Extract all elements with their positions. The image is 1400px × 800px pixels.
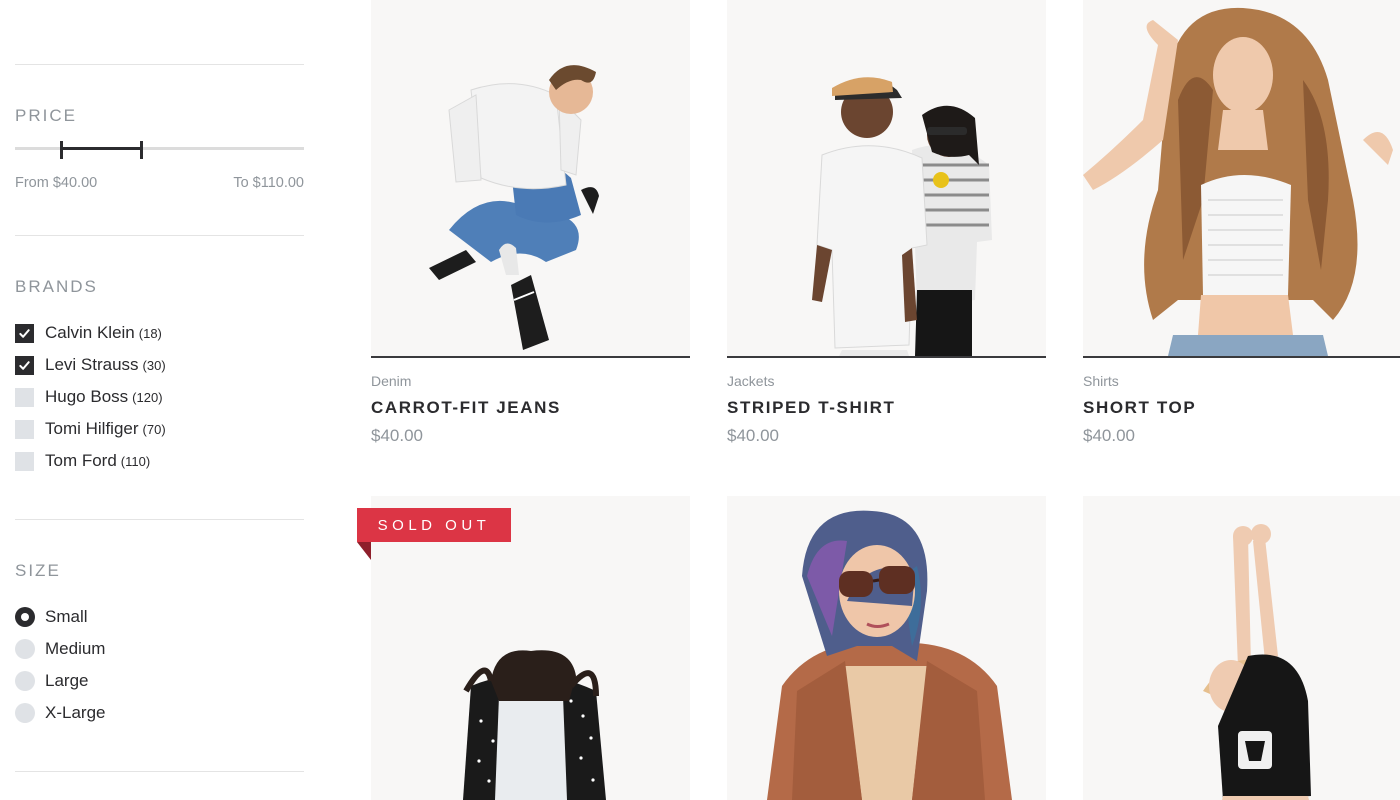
brand-count: (70) bbox=[142, 421, 166, 437]
card-underline bbox=[727, 356, 1046, 358]
card-underline bbox=[1083, 356, 1400, 358]
product-category: Shirts bbox=[1083, 373, 1119, 389]
checkbox[interactable] bbox=[15, 323, 34, 343]
checkbox[interactable] bbox=[15, 419, 34, 439]
brand-option-tom-ford[interactable]: Tom Ford (110) bbox=[15, 450, 150, 472]
product-image[interactable] bbox=[727, 0, 1046, 356]
brand-label: Tomi Hilfiger bbox=[45, 419, 139, 438]
radio-button[interactable] bbox=[15, 607, 35, 627]
brand-option-levi-strauss[interactable]: Levi Strauss (30) bbox=[15, 354, 166, 376]
product-card[interactable]: Jackets STRIPED T-SHIRT $40.00 bbox=[727, 0, 1046, 460]
product-image[interactable] bbox=[1083, 496, 1400, 800]
size-filter-title: SIZE bbox=[15, 561, 61, 580]
brand-option-tomi-hilfiger[interactable]: Tomi Hilfiger (70) bbox=[15, 418, 166, 440]
price-to-label: To $110.00 bbox=[233, 175, 304, 191]
brand-option-hugo-boss[interactable]: Hugo Boss (120) bbox=[15, 386, 163, 408]
divider bbox=[15, 519, 304, 520]
size-label: X-Large bbox=[45, 703, 106, 722]
price-slider-min-handle[interactable] bbox=[60, 141, 63, 159]
brand-option-calvin-klein[interactable]: Calvin Klein (18) bbox=[15, 322, 162, 344]
checkbox[interactable] bbox=[15, 387, 34, 407]
product-image[interactable] bbox=[1083, 0, 1400, 356]
product-card[interactable] bbox=[1083, 496, 1400, 800]
couple-tshirts-caps-image bbox=[812, 77, 992, 356]
brand-count: (120) bbox=[132, 389, 163, 405]
card-underline bbox=[371, 356, 690, 358]
woman-curly-hair-crop-top-image bbox=[1083, 7, 1393, 356]
product-name[interactable]: SHORT TOP bbox=[1083, 398, 1196, 418]
checkbox[interactable] bbox=[15, 451, 34, 471]
brands-filter-title: BRANDS bbox=[15, 277, 98, 296]
brand-label: Tom Ford bbox=[45, 451, 117, 470]
brand-label: Calvin Klein bbox=[45, 323, 135, 342]
product-name[interactable]: CARROT-FIT JEANS bbox=[371, 398, 561, 418]
size-option-x-large[interactable]: X-Large bbox=[15, 702, 105, 724]
checkbox[interactable] bbox=[15, 355, 34, 375]
product-card[interactable]: Denim CARROT-FIT JEANS $40.00 bbox=[371, 0, 690, 460]
brand-count: (110) bbox=[120, 453, 151, 469]
radio-button[interactable] bbox=[15, 703, 35, 723]
checkmark-icon bbox=[19, 360, 30, 370]
product-card[interactable] bbox=[727, 496, 1046, 800]
woman-arms-raised-black-tee-image bbox=[1203, 524, 1311, 800]
brand-label: Hugo Boss bbox=[45, 387, 129, 406]
divider bbox=[15, 64, 304, 65]
divider bbox=[15, 235, 304, 236]
price-slider-max-handle[interactable] bbox=[140, 141, 143, 159]
product-price: $40.00 bbox=[371, 426, 423, 445]
brand-label: Levi Strauss bbox=[45, 355, 139, 374]
size-label: Large bbox=[45, 671, 89, 690]
product-price: $40.00 bbox=[727, 426, 779, 445]
price-filter-title: PRICE bbox=[15, 106, 77, 125]
size-option-small[interactable]: Small bbox=[15, 606, 88, 628]
price-slider-range bbox=[61, 147, 142, 150]
sold-out-badge: SOLD OUT bbox=[357, 508, 511, 542]
size-option-medium[interactable]: Medium bbox=[15, 638, 105, 660]
price-from-label: From $40.00 bbox=[15, 175, 98, 191]
size-label: Medium bbox=[45, 639, 106, 658]
size-option-large[interactable]: Large bbox=[15, 670, 88, 692]
divider bbox=[15, 771, 304, 772]
radio-button[interactable] bbox=[15, 639, 35, 659]
woman-blue-hair-sunglasses-coat-image bbox=[767, 510, 1012, 800]
product-card[interactable]: Shirts SHORT TOP $40.00 bbox=[1083, 0, 1400, 460]
product-image[interactable] bbox=[371, 0, 690, 356]
size-label: Small bbox=[45, 607, 88, 626]
badge-fold bbox=[357, 542, 371, 560]
radio-button[interactable] bbox=[15, 671, 35, 691]
product-category: Denim bbox=[371, 373, 412, 389]
price-slider-track[interactable] bbox=[15, 147, 304, 150]
brand-count: (18) bbox=[138, 325, 162, 341]
checkmark-icon bbox=[19, 328, 30, 338]
product-image[interactable] bbox=[727, 496, 1046, 800]
filter-sidebar: PRICE From $40.00 To $110.00 BRANDS Calv… bbox=[15, 0, 304, 800]
product-name[interactable]: STRIPED T-SHIRT bbox=[727, 398, 896, 418]
product-category: Jackets bbox=[727, 373, 775, 389]
man-white-shirt-jeans-sneakers-image bbox=[429, 65, 599, 350]
brand-count: (30) bbox=[142, 357, 166, 373]
product-price: $40.00 bbox=[1083, 426, 1135, 445]
